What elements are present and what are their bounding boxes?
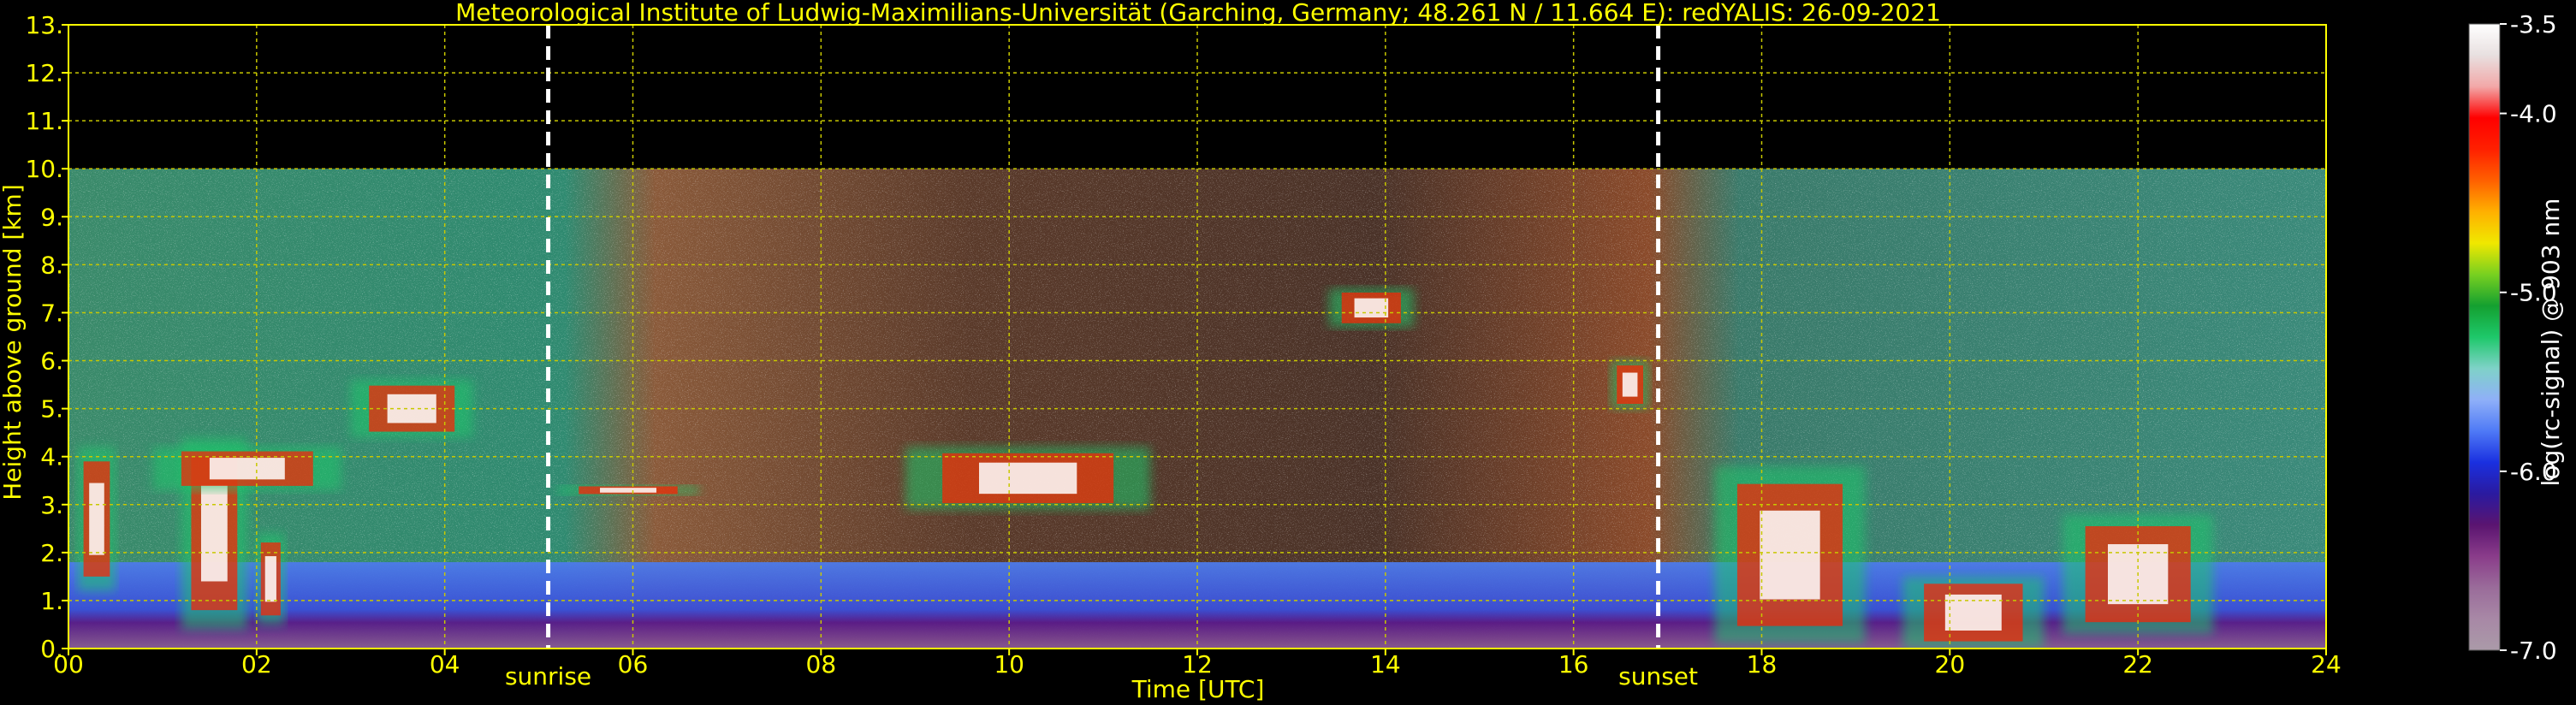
cloud-peak [1622,372,1638,397]
cloud-feature-11 [1902,576,2045,649]
x-tick-label: 14 [1370,650,1401,678]
y-tick-label: 8. [40,251,63,279]
y-tick-label: 4. [40,443,63,471]
y-axis-label: Height above ground [km] [0,184,27,501]
cloud-feature-8 [1328,288,1414,328]
colorbar-tick-label: -7.0 [2510,637,2557,665]
cloud-feature-10 [1714,465,1866,644]
cloud-peak [209,458,285,480]
sunrise-label: sunrise [505,662,591,690]
y-tick-label: 6. [40,347,63,376]
chart-title: Meteorological Institute of Ludwig-Maxim… [455,0,1941,27]
x-tick-label: 22 [2122,650,2153,678]
cloud-feature-6 [557,485,699,495]
x-tick-label: 16 [1558,650,1589,678]
x-tick-label: 08 [806,650,837,678]
x-tick-label: 04 [430,650,460,678]
colorbar-bar [2468,23,2501,651]
cloud-peak [1354,298,1389,318]
y-tick-label: 7. [40,299,63,327]
cloud-feature-3 [256,533,285,625]
y-tick-label: 12. [25,59,63,87]
y-tick-label: 10. [25,155,63,183]
y-tick-label: 11. [25,107,63,135]
x-tick-label: 20 [1935,650,1966,678]
x-tick-label: 06 [618,650,649,678]
y-tick-label: 3. [40,491,63,519]
cloud-peak [264,556,276,602]
cloud-peak [600,488,656,493]
cloud-feature-4 [152,447,341,490]
colorbar-label: log(rc-signal) @ 903 nm [2537,198,2565,487]
y-tick-label: 5. [40,395,63,424]
y-tick-label: 9. [40,203,63,231]
x-tick-label: 02 [241,650,272,678]
cloud-peak [200,485,228,582]
lidar-quicklook-chart: Meteorological Institute of Ludwig-Maxim… [0,0,2565,703]
colorbar-tick-label: -4.0 [2510,100,2557,128]
x-tick-label: 24 [2311,650,2342,678]
colorbar-tick-label: -3.5 [2510,10,2557,39]
cloud-peak [89,483,104,555]
sunset-label: sunset [1618,662,1698,690]
y-tick-label: 2. [40,539,63,567]
x-axis-label: Time [UTC] [1131,675,1265,703]
cloud-peak [978,462,1077,495]
x-tick-label: 18 [1747,650,1778,678]
y-tick-label: 1. [40,587,63,615]
x-tick-label: 10 [994,650,1024,678]
y-tick-label: 13. [25,11,63,39]
y-tick-label: 0. [40,635,63,663]
cloud-feature-9 [1611,360,1649,409]
cloud-feature-1 [77,447,116,591]
cloud-peak [1760,510,1820,600]
